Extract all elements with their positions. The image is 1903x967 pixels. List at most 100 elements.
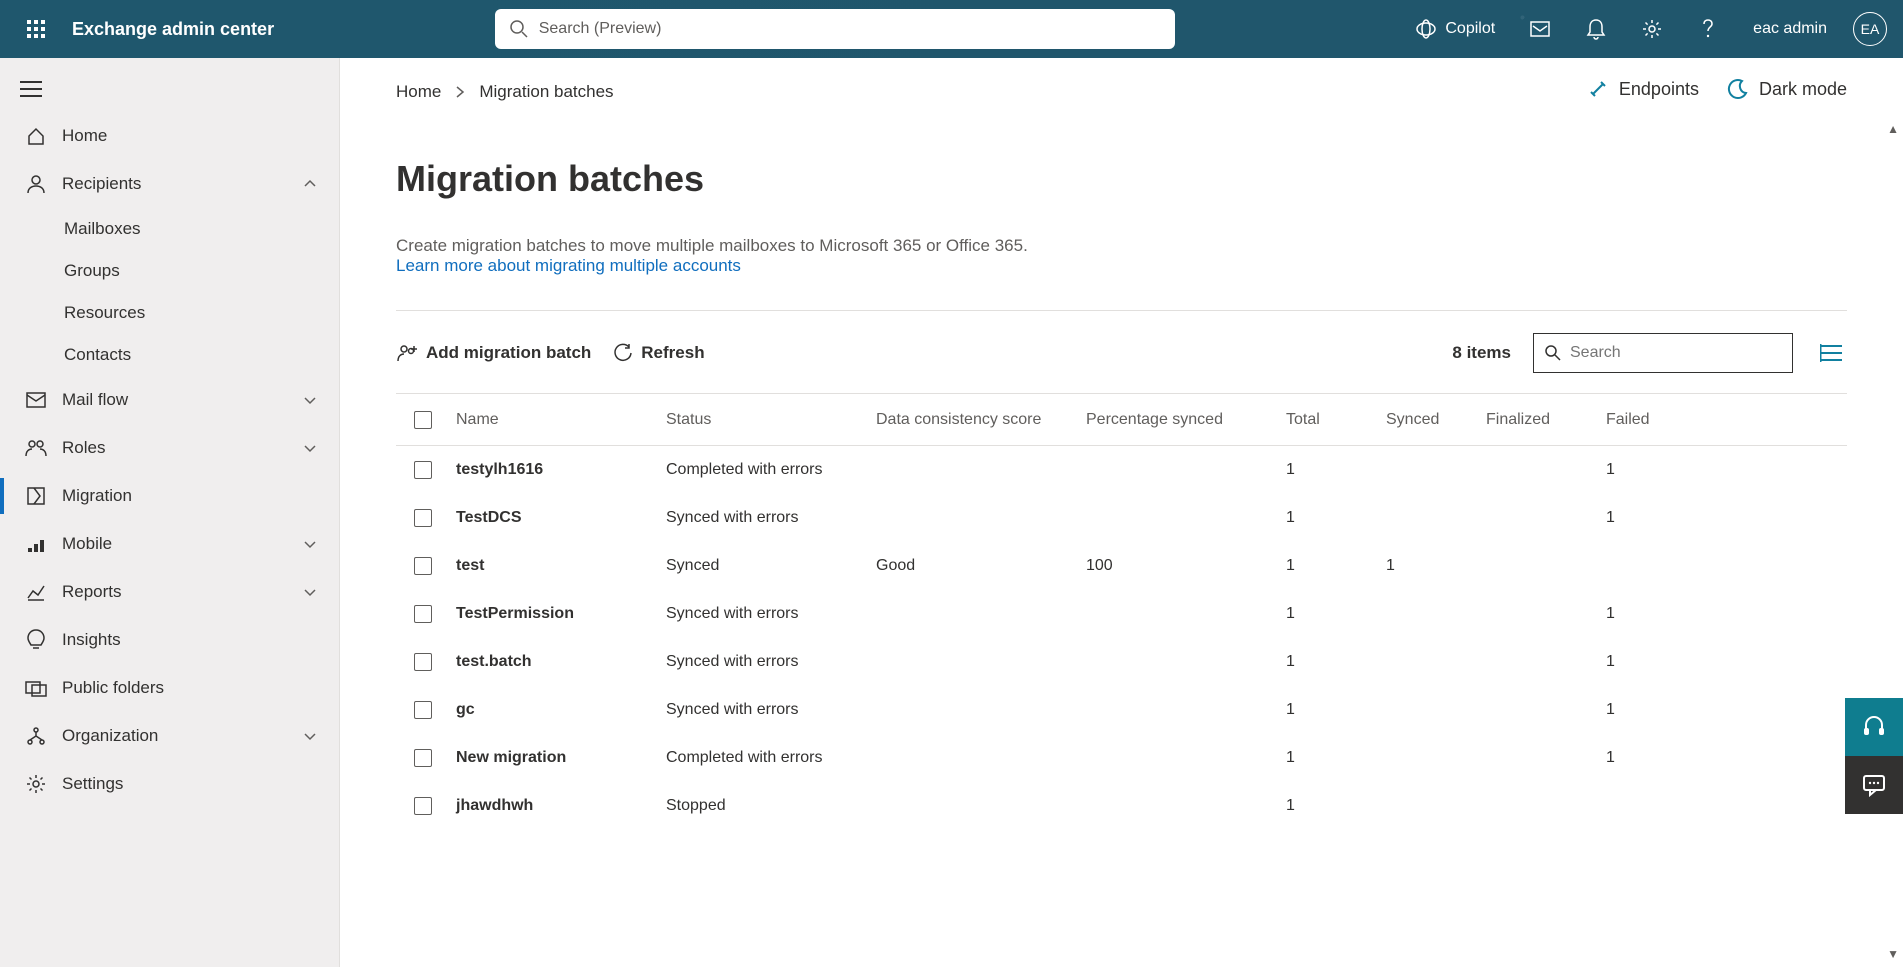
col-dcs[interactable]: Data consistency score xyxy=(876,411,1086,429)
avatar[interactable]: EA xyxy=(1853,12,1887,46)
chevron-up-icon xyxy=(303,177,317,191)
cell-failed: 1 xyxy=(1606,653,1706,671)
table-row[interactable]: TestPermissionSynced with errors11 xyxy=(396,590,1847,638)
cell-total: 1 xyxy=(1286,749,1386,767)
chevron-right-icon xyxy=(455,85,465,99)
cell-name: jhawdhwh xyxy=(456,797,666,815)
sidebar-item-public-folders[interactable]: Public folders xyxy=(0,664,339,712)
breadcrumb-current: Migration batches xyxy=(479,82,613,102)
sidebar-item-label: Settings xyxy=(62,774,317,794)
search-icon xyxy=(1544,344,1562,362)
search-icon xyxy=(509,19,529,39)
headset-icon xyxy=(1862,715,1886,739)
refresh-button[interactable]: Refresh xyxy=(613,343,704,363)
cell-status: Synced with errors xyxy=(666,509,876,527)
add-migration-batch-button[interactable]: Add migration batch xyxy=(396,343,591,363)
copilot-button[interactable]: Copilot xyxy=(1407,12,1503,46)
divider xyxy=(396,310,1847,311)
cell-total: 1 xyxy=(1286,797,1386,815)
col-finalized[interactable]: Finalized xyxy=(1486,411,1606,429)
select-all-checkbox[interactable] xyxy=(414,411,432,429)
table-row[interactable]: TestDCSSynced with errors11 xyxy=(396,494,1847,542)
table-row[interactable]: New migrationCompleted with errors11 xyxy=(396,734,1847,782)
sidebar-item-mailboxes[interactable]: Mailboxes xyxy=(64,208,339,250)
feedback-button[interactable] xyxy=(1845,756,1903,814)
cell-status: Synced xyxy=(666,557,876,575)
sidebar-item-contacts[interactable]: Contacts xyxy=(64,334,339,376)
column-options-button[interactable] xyxy=(1815,337,1847,369)
learn-more-link[interactable]: Learn more about migrating multiple acco… xyxy=(396,256,741,275)
refresh-icon xyxy=(613,343,633,363)
sidebar-item-roles[interactable]: Roles xyxy=(0,424,339,472)
sidebar-item-settings[interactable]: Settings xyxy=(0,760,339,808)
col-failed[interactable]: Failed xyxy=(1606,411,1706,429)
cell-pct: 100 xyxy=(1086,557,1286,575)
row-checkbox[interactable] xyxy=(414,557,432,575)
messages-button[interactable] xyxy=(1521,12,1559,46)
cell-name: New migration xyxy=(456,749,666,767)
row-checkbox[interactable] xyxy=(414,653,432,671)
cell-status: Completed with errors xyxy=(666,749,876,767)
global-search xyxy=(495,9,1175,49)
table-search[interactable] xyxy=(1533,333,1793,373)
col-pct[interactable]: Percentage synced xyxy=(1086,411,1286,429)
row-checkbox[interactable] xyxy=(414,461,432,479)
sidebar-item-resources[interactable]: Resources xyxy=(64,292,339,334)
page-actions: Endpoints Dark mode xyxy=(1587,78,1847,100)
sidebar-item-label: Reports xyxy=(62,582,303,602)
row-checkbox[interactable] xyxy=(414,509,432,527)
col-status[interactable]: Status xyxy=(666,411,876,429)
col-total[interactable]: Total xyxy=(1286,411,1386,429)
table-row[interactable]: test.batchSynced with errors11 xyxy=(396,638,1847,686)
sidebar-item-recipients[interactable]: Recipients xyxy=(0,160,339,208)
dark-mode-button[interactable]: Dark mode xyxy=(1727,78,1847,100)
item-count: 8 items xyxy=(1452,343,1511,363)
col-synced[interactable]: Synced xyxy=(1386,411,1486,429)
breadcrumb-home[interactable]: Home xyxy=(396,82,441,102)
sidebar-item-home[interactable]: Home xyxy=(0,112,339,160)
help-button[interactable] xyxy=(1689,12,1727,46)
gear-icon xyxy=(1641,18,1663,40)
settings-button[interactable] xyxy=(1633,12,1671,46)
table-search-input[interactable] xyxy=(1570,344,1782,362)
table-row[interactable]: gcSynced with errors11 xyxy=(396,686,1847,734)
sidebar-item-groups[interactable]: Groups xyxy=(64,250,339,292)
table-row[interactable]: testylh1616Completed with errors11 xyxy=(396,446,1847,494)
notifications-button[interactable] xyxy=(1577,12,1615,46)
sidebar-item-mobile[interactable]: Mobile xyxy=(0,520,339,568)
sidebar-item-insights[interactable]: Insights xyxy=(0,616,339,664)
cell-name: TestDCS xyxy=(456,509,666,527)
roles-icon xyxy=(22,438,50,458)
cell-status: Stopped xyxy=(666,797,876,815)
message-icon xyxy=(1529,18,1551,40)
row-checkbox[interactable] xyxy=(414,605,432,623)
row-checkbox[interactable] xyxy=(414,701,432,719)
sidebar-toggle[interactable] xyxy=(0,66,339,112)
table-header: Name Status Data consistency score Perce… xyxy=(396,394,1847,446)
col-name[interactable]: Name xyxy=(456,411,666,429)
row-checkbox[interactable] xyxy=(414,749,432,767)
table-row[interactable]: testSyncedGood10011 xyxy=(396,542,1847,590)
cell-name: test xyxy=(456,557,666,575)
chevron-down-icon xyxy=(303,729,317,743)
table-row[interactable]: jhawdhwhStopped 1 xyxy=(396,782,1847,830)
app-launcher-button[interactable] xyxy=(16,9,56,49)
chevron-down-icon xyxy=(303,585,317,599)
search-input[interactable] xyxy=(495,9,1175,49)
top-actions: Copilot eac admin EA xyxy=(1407,12,1887,46)
chat-icon xyxy=(1862,773,1886,797)
scroll-up-hint: ▲ xyxy=(1887,122,1899,136)
sidebar-item-migration[interactable]: Migration xyxy=(0,472,339,520)
sidebar-item-organization[interactable]: Organization xyxy=(0,712,339,760)
sidebar-item-reports[interactable]: Reports xyxy=(0,568,339,616)
endpoints-button[interactable]: Endpoints xyxy=(1587,78,1699,100)
user-name[interactable]: eac admin xyxy=(1745,14,1835,44)
support-button[interactable] xyxy=(1845,698,1903,756)
chevron-down-icon xyxy=(303,441,317,455)
insights-icon xyxy=(22,629,50,651)
sidebar-item-mailflow[interactable]: Mail flow xyxy=(0,376,339,424)
cell-name: test.batch xyxy=(456,653,666,671)
shell: Home Recipients Mailboxes Groups Resourc… xyxy=(0,58,1903,967)
cell-total: 1 xyxy=(1286,461,1386,479)
row-checkbox[interactable] xyxy=(414,797,432,815)
